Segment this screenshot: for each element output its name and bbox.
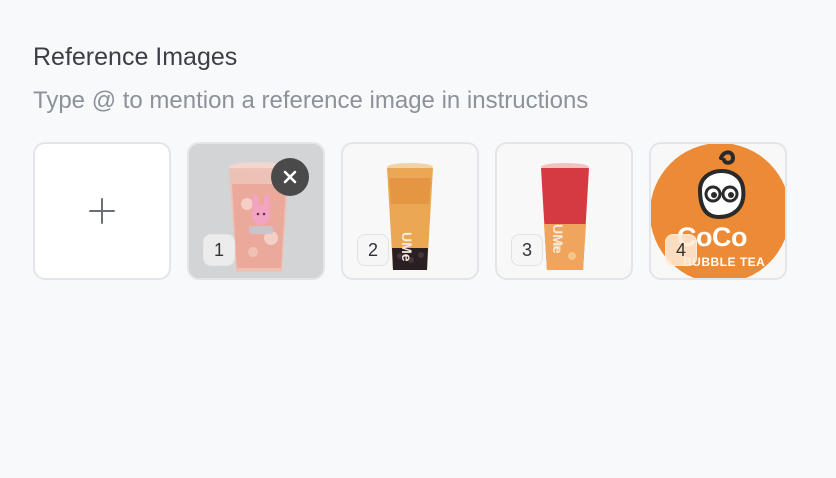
add-reference-image-button[interactable] [33,142,171,280]
plus-icon [89,198,115,224]
reference-image-2[interactable]: UMe 2 [341,142,479,280]
svg-text:UMe: UMe [550,224,566,254]
reference-image-4[interactable]: CoCo BUBBLE TEA 4 [649,142,787,280]
image-number-badge: 4 [665,234,697,266]
remove-image-button[interactable] [271,158,309,196]
mention-hint: Type @ to mention a reference image in i… [33,87,589,114]
reference-images-section: Reference Images Type @ to mention a ref… [33,40,813,118]
reference-image-list: 1 UMe 2 UMe 3 CoCo BUBBLE TEA 4 [33,142,787,280]
image-number-badge: 2 [357,234,389,266]
section-title: Reference Images [33,43,238,71]
svg-text:UMe: UMe [399,232,415,262]
image-number-badge: 1 [203,234,235,266]
close-icon [283,170,297,184]
reference-image-1[interactable]: 1 [187,142,325,280]
reference-image-3[interactable]: UMe 3 [495,142,633,280]
image-number-badge: 3 [511,234,543,266]
